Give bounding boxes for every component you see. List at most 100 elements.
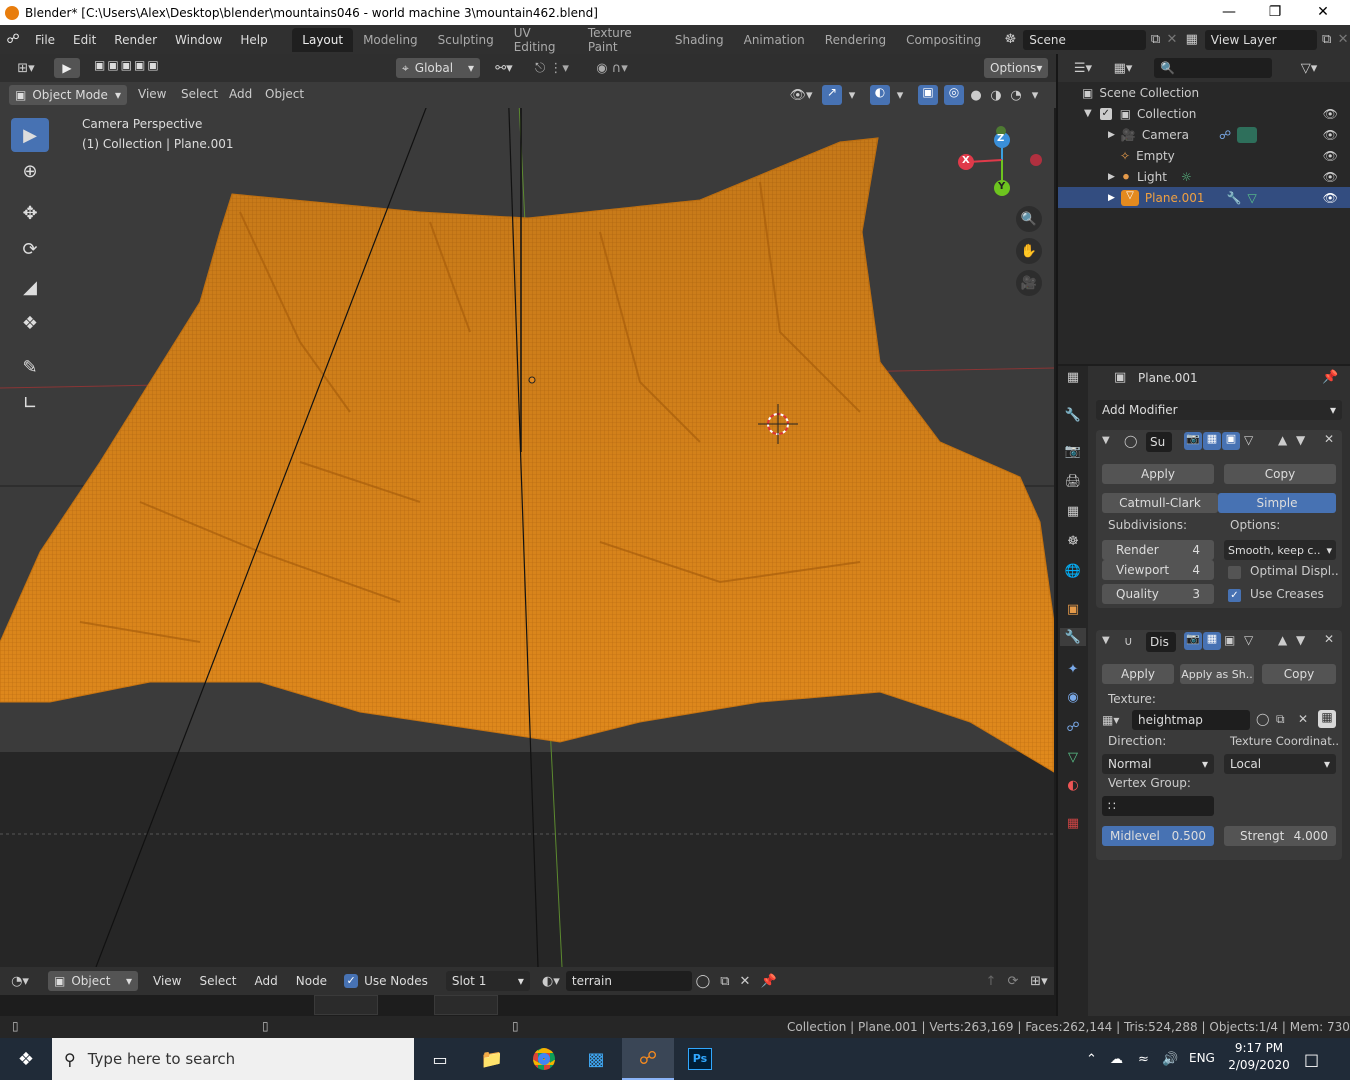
texture-properties-icon[interactable]: ▦ <box>1318 710 1336 728</box>
texture-coordinates-dropdown[interactable]: Local ▾ <box>1224 754 1336 774</box>
midlevel-field[interactable]: Midlevel 0.500 <box>1102 826 1214 846</box>
visibility-icon[interactable]: 👁▾ <box>786 85 816 105</box>
scene-selector[interactable]: Scene <box>1023 29 1146 50</box>
photoshop-icon[interactable]: Ps <box>674 1048 726 1070</box>
blender-menu-icon[interactable]: ☍ <box>0 32 26 47</box>
view-layer-tab-icon[interactable]: ▦ <box>1064 502 1082 520</box>
use-creases-checkbox[interactable]: ✓ <box>1228 589 1241 602</box>
navigation-gizmo[interactable]: Z X Y <box>950 122 1050 202</box>
tool-cursor-icon[interactable]: ⊕ <box>11 154 49 188</box>
optimal-display-checkbox[interactable] <box>1228 566 1241 579</box>
pin-icon[interactable]: 📌 <box>1322 370 1338 385</box>
tab-sculpting[interactable]: Sculpting <box>428 28 504 52</box>
tray-chevron-icon[interactable]: ⌃ <box>1086 1052 1097 1067</box>
move-down-icon[interactable]: ▼ <box>1296 633 1305 647</box>
apply-as-shape-button[interactable]: Apply as Sh.. <box>1180 664 1254 684</box>
node-menu-view[interactable]: View <box>144 974 190 988</box>
camera-view-icon[interactable]: 🎥 <box>1016 270 1042 296</box>
mode-dropdown[interactable]: ▣ Object Mode ▾ <box>9 85 127 105</box>
xray-toggle-icon[interactable]: ▣ <box>918 85 938 105</box>
material-shading-icon[interactable]: ◑ <box>986 85 1006 105</box>
chevron-down-icon[interactable]: ▾ <box>893 85 907 105</box>
world-tab-icon[interactable]: 🌐 <box>1064 562 1082 580</box>
transform-orientation-dropdown[interactable]: ⌖ Global ▾ <box>396 58 480 78</box>
uv-smooth-dropdown[interactable]: Smooth, keep c.. ▾ <box>1224 540 1336 560</box>
viewport-toggle-icon[interactable]: ▦ <box>1203 632 1221 650</box>
vertex-group-field[interactable]: ∷ <box>1102 796 1214 816</box>
select-tool-icon[interactable]: ▶ <box>54 58 80 78</box>
eye-icon[interactable]: 👁 <box>1323 128 1338 142</box>
tool-annotate-icon[interactable]: ✎ <box>11 350 49 384</box>
expand-arrow-icon[interactable]: ▶ <box>1108 193 1115 203</box>
menu-window[interactable]: Window <box>166 33 231 47</box>
add-modifier-dropdown[interactable]: Add Modifier ▾ <box>1096 400 1342 420</box>
minimize-button[interactable]: — <box>1206 0 1252 25</box>
tab-uv-editing[interactable]: UV Editing <box>504 21 578 59</box>
snap-element-icon[interactable]: ⊞▾ <box>1024 974 1054 989</box>
pivot-point-icon[interactable]: ⚯▾ <box>488 58 520 78</box>
modifier-name-field[interactable]: Dis <box>1146 632 1176 652</box>
tool-move-icon[interactable]: ✥ <box>11 196 49 230</box>
eye-icon[interactable]: 👁 <box>1323 170 1338 184</box>
editmode-toggle-icon[interactable]: ▣ <box>1222 432 1240 450</box>
texture-name-field[interactable]: heightmap <box>1132 710 1250 730</box>
tab-modeling[interactable]: Modeling <box>353 28 428 52</box>
volume-icon[interactable]: 🔊 <box>1162 1052 1178 1067</box>
rendered-shading-icon[interactable]: ◔ <box>1006 85 1026 105</box>
constraints-tab-icon[interactable]: ☍ <box>1064 718 1082 736</box>
copy-button[interactable]: Copy <box>1224 464 1336 484</box>
scene-tab-icon[interactable]: ☸ <box>1064 532 1082 550</box>
3d-viewport[interactable]: Camera Perspective (1) Collection | Plan… <box>0 82 1054 967</box>
menu-edit[interactable]: Edit <box>64 33 105 47</box>
maximize-button[interactable]: ❐ <box>1252 0 1298 25</box>
outliner-scene-collection[interactable]: ▣ Scene Collection <box>1058 82 1350 103</box>
tab-animation[interactable]: Animation <box>734 28 815 52</box>
view-layer-selector[interactable]: View Layer <box>1204 29 1318 50</box>
task-view-icon[interactable]: ▭ <box>414 1050 466 1069</box>
collection-checkbox[interactable]: ✓ <box>1099 107 1112 120</box>
render-levels-field[interactable]: Render 4 <box>1102 540 1214 560</box>
editor-type-icon[interactable]: ⊞▾ <box>10 59 42 77</box>
snap-node-icon[interactable]: ⟳ <box>1002 974 1024 989</box>
viewport-menu-select[interactable]: Select <box>181 87 218 101</box>
viewport-menu-object[interactable]: Object <box>265 87 304 101</box>
cage-toggle-icon[interactable]: ▽ <box>1244 433 1253 447</box>
duplicate-texture-icon[interactable]: ⧉ <box>1276 712 1285 727</box>
use-nodes-checkbox[interactable]: ✓ <box>344 974 359 988</box>
material-browse-icon[interactable]: ◐▾ <box>536 974 566 989</box>
zoom-icon[interactable]: 🔍 <box>1016 206 1042 232</box>
render-toggle-icon[interactable]: 📷 <box>1184 632 1202 650</box>
strength-field[interactable]: Strengt 4.000 <box>1224 826 1336 846</box>
chrome-icon[interactable] <box>518 1048 570 1070</box>
outliner-collection[interactable]: ▼ ✓ ▣ Collection 👁 <box>1058 103 1350 124</box>
collapse-arrow-icon[interactable]: ▼ <box>1102 635 1110 646</box>
tool-tab-icon[interactable]: 🔧 <box>1064 406 1082 424</box>
eye-icon[interactable]: 👁 <box>1323 149 1338 163</box>
options-dropdown[interactable]: Options ▾ <box>984 58 1048 78</box>
scene-icon[interactable]: ☸ <box>997 32 1023 47</box>
selection-mode-icons[interactable]: ▣▣▣▣▣ <box>94 58 194 78</box>
physics-tab-icon[interactable]: ◉ <box>1064 688 1082 706</box>
material-tab-icon[interactable]: ◐ <box>1064 776 1082 794</box>
file-explorer-icon[interactable]: 📁 <box>466 1049 518 1070</box>
wireframe-shading-icon[interactable]: ◎ <box>944 85 964 105</box>
solid-shading-icon[interactable]: ● <box>966 85 986 105</box>
outliner-item-empty[interactable]: ✧ Empty 👁 <box>1058 145 1350 166</box>
menu-file[interactable]: File <box>26 33 64 47</box>
parent-node-icon[interactable]: ↑ <box>980 974 1002 989</box>
delete-view-layer-icon[interactable]: ✕ <box>1336 32 1350 47</box>
cage-toggle-icon[interactable]: ▽ <box>1244 633 1253 647</box>
wifi-icon[interactable]: ≈ <box>1138 1052 1149 1067</box>
menu-help[interactable]: Help <box>231 33 276 47</box>
node-menu-node[interactable]: Node <box>287 974 336 988</box>
quality-field[interactable]: Quality 3 <box>1102 584 1214 604</box>
new-view-layer-icon[interactable]: ⧉ <box>1317 32 1336 47</box>
menu-render[interactable]: Render <box>105 33 166 47</box>
eye-icon[interactable]: 👁 <box>1323 191 1338 205</box>
overlays-toggle-icon[interactable]: ◐ <box>870 85 890 105</box>
tab-layout[interactable]: Layout <box>292 27 354 52</box>
tab-rendering[interactable]: Rendering <box>815 28 896 52</box>
catmull-clark-button[interactable]: Catmull-Clark <box>1102 493 1218 513</box>
viewport-levels-field[interactable]: Viewport 4 <box>1102 560 1214 580</box>
viewport-menu-view[interactable]: View <box>138 87 166 101</box>
